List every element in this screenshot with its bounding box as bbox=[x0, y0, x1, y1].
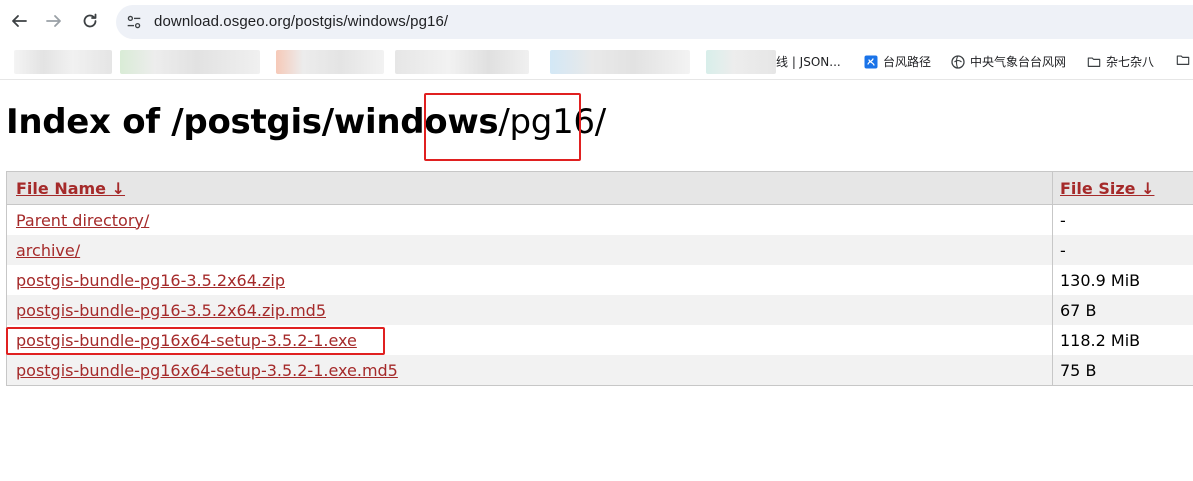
blurred-bookmark bbox=[276, 50, 384, 74]
bookmark-json[interactable]: 线 | JSON... bbox=[776, 53, 841, 70]
blurred-bookmark bbox=[120, 50, 260, 74]
column-divider bbox=[1052, 295, 1053, 325]
blurred-bookmark bbox=[395, 50, 529, 74]
bookmark-folder-partial[interactable] bbox=[1176, 53, 1190, 67]
bookmark-typhoon-site[interactable]: 中央气象台台风网 bbox=[951, 53, 1066, 70]
sort-by-name-link[interactable]: File Name ↓ bbox=[16, 179, 125, 198]
back-button[interactable] bbox=[6, 8, 32, 34]
blurred-bookmark bbox=[550, 50, 690, 74]
bookmark-label: 台风路径 bbox=[883, 55, 932, 69]
column-divider bbox=[1052, 205, 1053, 235]
column-divider bbox=[1052, 172, 1053, 204]
table-row: Parent directory/ - bbox=[7, 205, 1193, 235]
table-row: postgis-bundle-pg16-3.5.2x64.zip 130.9 M… bbox=[7, 265, 1193, 295]
file-size: 118.2 MiB bbox=[1060, 330, 1141, 350]
bookmark-typhoon-path[interactable]: 台风路径 bbox=[864, 53, 931, 70]
file-link[interactable]: postgis-bundle-pg16-3.5.2x64.zip.md5 bbox=[16, 301, 326, 320]
column-divider bbox=[1052, 355, 1053, 385]
blurred-bookmark bbox=[14, 50, 112, 74]
url-text[interactable]: download.osgeo.org/postgis/windows/pg16/ bbox=[154, 13, 448, 30]
folder-icon bbox=[1087, 55, 1101, 69]
globe-icon bbox=[951, 54, 965, 69]
table-row: postgis-bundle-pg16x64-setup-3.5.2-1.exe… bbox=[7, 355, 1193, 385]
column-divider bbox=[1052, 325, 1053, 355]
file-link[interactable]: postgis-bundle-pg16-3.5.2x64.zip bbox=[16, 271, 285, 290]
bookmark-label: 中央气象台台风网 bbox=[970, 55, 1067, 69]
typhoon-icon bbox=[864, 55, 878, 69]
blurred-bookmark bbox=[706, 50, 776, 74]
table-row: archive/ - bbox=[7, 235, 1193, 265]
arrow-right-icon bbox=[46, 15, 61, 27]
folder-icon bbox=[1176, 53, 1190, 67]
bookmark-folder[interactable]: 杂七杂八 bbox=[1087, 53, 1154, 70]
bookmark-label: 线 | JSON... bbox=[776, 55, 841, 69]
browser-toolbar: download.osgeo.org/postgis/windows/pg16/ bbox=[0, 0, 1193, 44]
column-divider bbox=[1052, 235, 1053, 265]
file-link[interactable]: postgis-bundle-pg16x64-setup-3.5.2-1.exe… bbox=[16, 361, 398, 380]
file-size: 75 B bbox=[1060, 360, 1097, 380]
table-header-row: File Name ↓ File Size ↓ bbox=[7, 172, 1193, 205]
file-size: 130.9 MiB bbox=[1060, 270, 1141, 290]
column-divider bbox=[1052, 265, 1053, 295]
address-bar[interactable]: download.osgeo.org/postgis/windows/pg16/ bbox=[116, 5, 1193, 39]
file-link[interactable]: Parent directory/ bbox=[16, 211, 149, 230]
file-size: 67 B bbox=[1060, 300, 1097, 320]
site-info-icon[interactable] bbox=[124, 12, 144, 32]
arrow-left-icon bbox=[12, 15, 27, 27]
file-size: - bbox=[1060, 210, 1066, 230]
highlight-box-exe bbox=[6, 327, 385, 355]
reload-icon bbox=[83, 13, 97, 28]
table-row: postgis-bundle-pg16-3.5.2x64.zip.md5 67 … bbox=[7, 295, 1193, 325]
reload-button[interactable] bbox=[77, 8, 103, 34]
bookmark-label: 杂七杂八 bbox=[1106, 55, 1155, 69]
file-size: - bbox=[1060, 240, 1066, 260]
bookmarks-bar: 线 | JSON... 台风路径 中央气象台台风网 杂七杂八 bbox=[0, 44, 1193, 80]
forward-button[interactable] bbox=[41, 8, 67, 34]
file-link[interactable]: archive/ bbox=[16, 241, 80, 260]
highlight-box-title bbox=[424, 93, 581, 161]
sort-by-size-link[interactable]: File Size ↓ bbox=[1060, 179, 1154, 198]
